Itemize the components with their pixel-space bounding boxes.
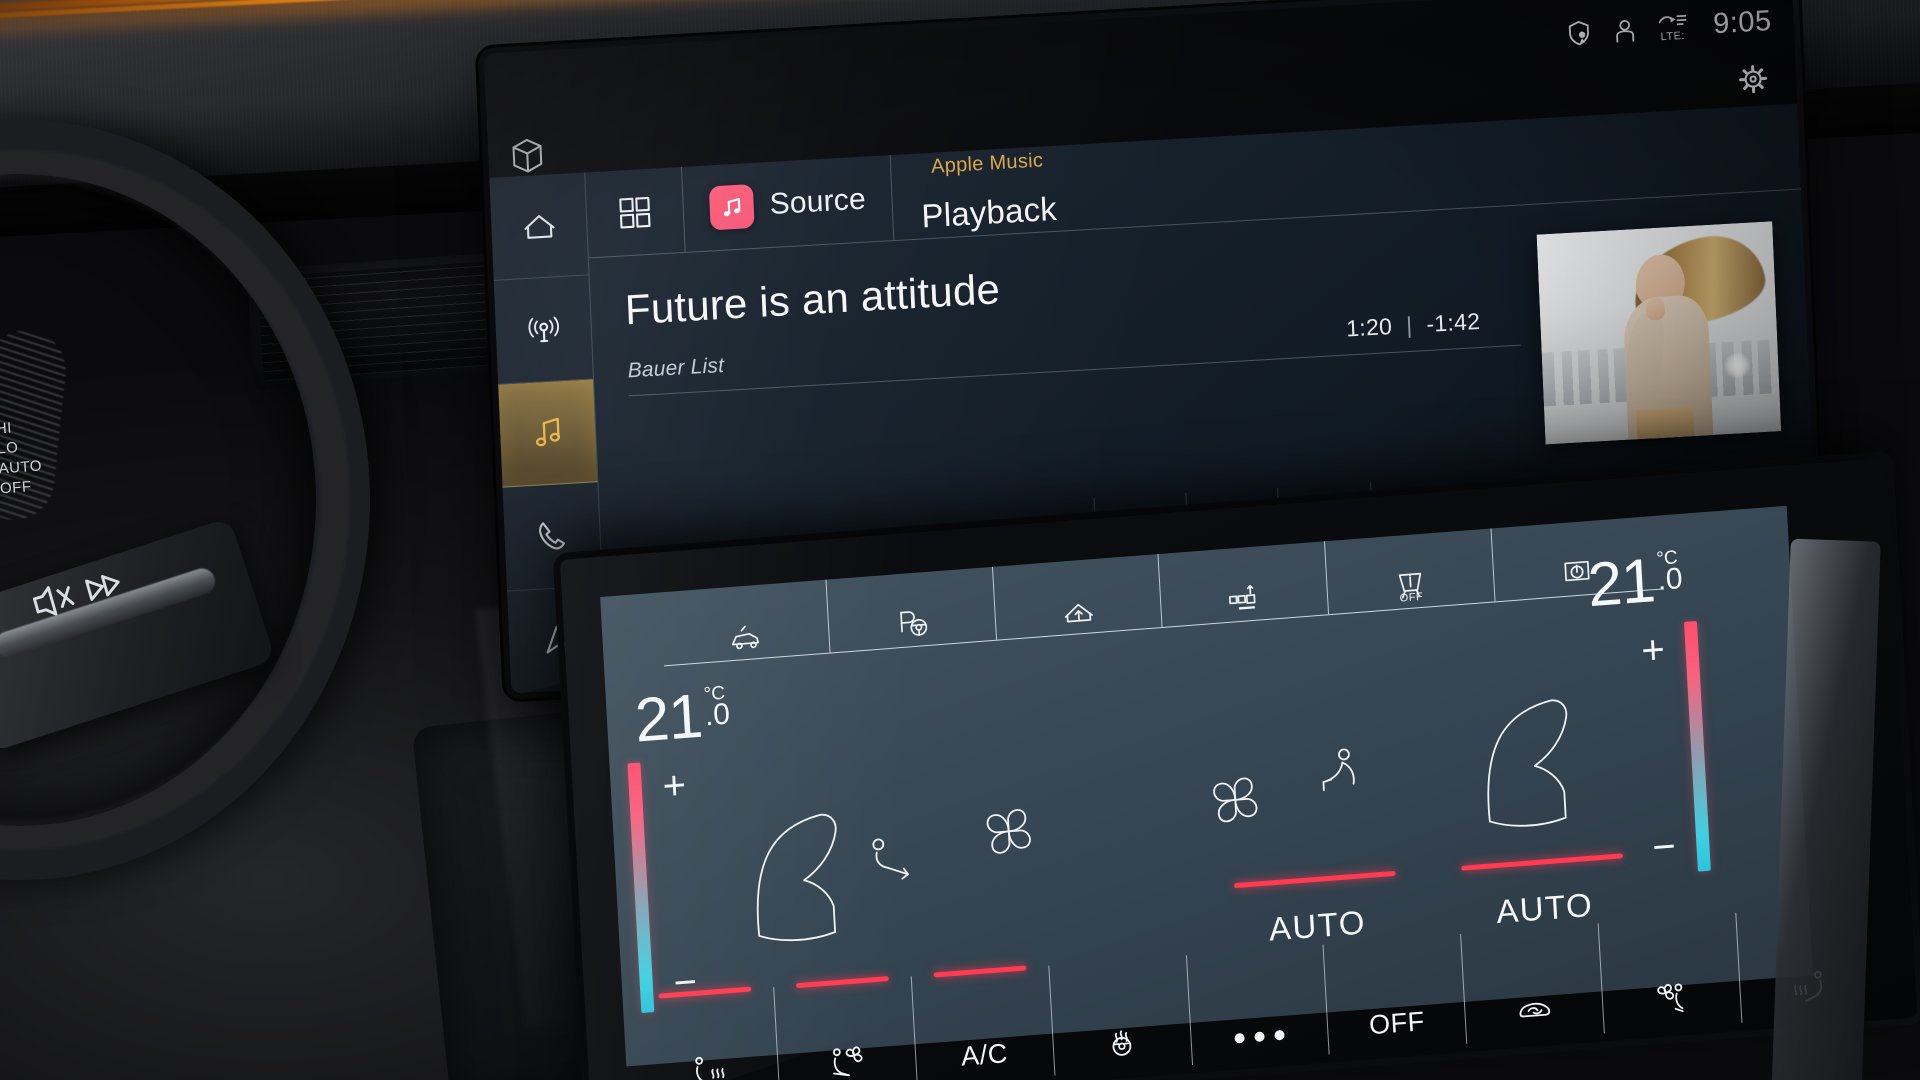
hvac-label-auto: AUTO — [0, 457, 43, 478]
seat-flow-icon-left[interactable] — [862, 829, 931, 896]
seat-fan-icon — [833, 1046, 863, 1077]
air-recirculation-button[interactable] — [1461, 923, 1606, 1044]
cube-icon[interactable] — [510, 137, 545, 175]
right-temp-control[interactable]: + − — [1619, 620, 1711, 877]
tab-source[interactable]: Source — [681, 155, 895, 252]
time-separator: | — [1405, 311, 1413, 339]
seat-heater-left-button[interactable] — [636, 986, 781, 1080]
right-temp-value: 21 — [1585, 546, 1657, 621]
steering-wheel-highlight — [0, 150, 350, 850]
left-seat-icon[interactable] — [718, 767, 878, 968]
seat-vent-right-button[interactable] — [1598, 912, 1743, 1034]
left-temp-value: 21 — [633, 681, 704, 756]
lte-label: LTE: — [1660, 29, 1686, 43]
playback-source-name: Apple Music — [930, 149, 1044, 178]
right-seat-icon[interactable] — [1449, 653, 1609, 854]
home-garage-icon — [1064, 603, 1093, 623]
sidebar-item-media[interactable] — [498, 379, 598, 488]
vehicle-tilt-button[interactable] — [659, 579, 831, 666]
ellipsis-icon — [1234, 1029, 1285, 1044]
phone-icon — [538, 522, 565, 550]
tab-playback-label: Playback — [920, 189, 1058, 235]
steering-wheel-heat-button[interactable] — [1048, 955, 1193, 1076]
seat-vent-left-button[interactable] — [774, 976, 918, 1080]
park-assist-button[interactable] — [826, 566, 997, 653]
right-temp-decimal: .0 — [1656, 561, 1684, 597]
apple-music-icon — [708, 183, 755, 230]
seat-vent-left-active-bar — [795, 976, 889, 989]
grid-apps-icon — [619, 196, 651, 229]
playback-times: 1:20 | -1:42 — [1346, 308, 1481, 343]
left-temp-decimal: .0 — [703, 697, 731, 733]
right-temp-decrease[interactable]: − — [1651, 824, 1677, 871]
dashboard-scene: HI LO AUTO OFF LTE: 9:05 Source Apple Mu… — [0, 0, 1920, 1080]
seat-heater-left-active-bar — [658, 986, 752, 999]
seat-heat-icon — [695, 1056, 725, 1080]
rear-wiper-button[interactable]: OFF — [1325, 528, 1496, 615]
climate-off-label: OFF — [1368, 1006, 1426, 1041]
clock: 9:05 — [1712, 4, 1773, 41]
tab-source-label: Source — [768, 182, 867, 221]
seat-fan-icon — [1656, 983, 1684, 1013]
hvac-label-off: OFF — [0, 478, 33, 498]
person-icon — [1615, 19, 1634, 43]
parking-sensor-icon — [1229, 584, 1256, 610]
ac-label: A/C — [960, 1038, 1009, 1072]
tab-playback[interactable]: Apple Music Playback — [891, 144, 1084, 240]
seat-flow-icon-right[interactable] — [1309, 742, 1378, 813]
ac-button[interactable]: A/C — [911, 965, 1056, 1080]
sidebar-item-radio[interactable] — [493, 275, 593, 385]
left-temp-increase[interactable]: + — [661, 763, 687, 810]
hvac-control-labels: HI LO AUTO OFF — [0, 417, 44, 500]
ac-active-bar — [933, 965, 1027, 978]
climate-off-button[interactable]: OFF — [1323, 933, 1468, 1055]
remaining-time: -1:42 — [1425, 307, 1481, 337]
recirc-car-icon — [1519, 1002, 1550, 1018]
radio-broadcast-icon — [527, 316, 559, 342]
wiper-off-label: OFF — [1399, 590, 1424, 605]
fan-icon-left[interactable] — [972, 796, 1046, 871]
sidebar-item-home[interactable] — [489, 172, 589, 282]
now-playing-text: Future is an attitude Bauer List 1:20 | … — [624, 235, 1546, 497]
left-temperature-display: 21 °C .0 — [633, 681, 731, 756]
elapsed-time: 1:20 — [1345, 312, 1393, 342]
garage-home-button[interactable] — [992, 554, 1164, 640]
climate-more-button[interactable] — [1186, 944, 1331, 1065]
status-bar: LTE: 9:05 — [1565, 5, 1773, 50]
right-temp-increase[interactable]: + — [1640, 628, 1666, 675]
fan-icon-right[interactable] — [1199, 764, 1273, 839]
gear-icon[interactable] — [1735, 61, 1770, 97]
park-steering-icon — [899, 611, 927, 636]
lte-signal-icon: LTE: — [1657, 11, 1688, 43]
tab-apps-grid[interactable] — [585, 166, 686, 258]
right-temperature-display: 21 °C .0 — [1585, 546, 1684, 621]
track-artist: Bauer List — [627, 353, 725, 383]
parking-sensors-button[interactable] — [1158, 541, 1330, 627]
climate-control-display[interactable]: OFF 21 °C .0 + − 21 °C .0 + − AUTO AUTO … — [560, 457, 1918, 1080]
shield-location-icon — [1568, 20, 1589, 45]
music-note-icon — [535, 417, 560, 447]
album-art[interactable] — [1536, 221, 1782, 445]
home-icon — [523, 215, 555, 240]
wheel-heat-icon — [1112, 1030, 1132, 1056]
car-lift-icon — [731, 625, 759, 650]
